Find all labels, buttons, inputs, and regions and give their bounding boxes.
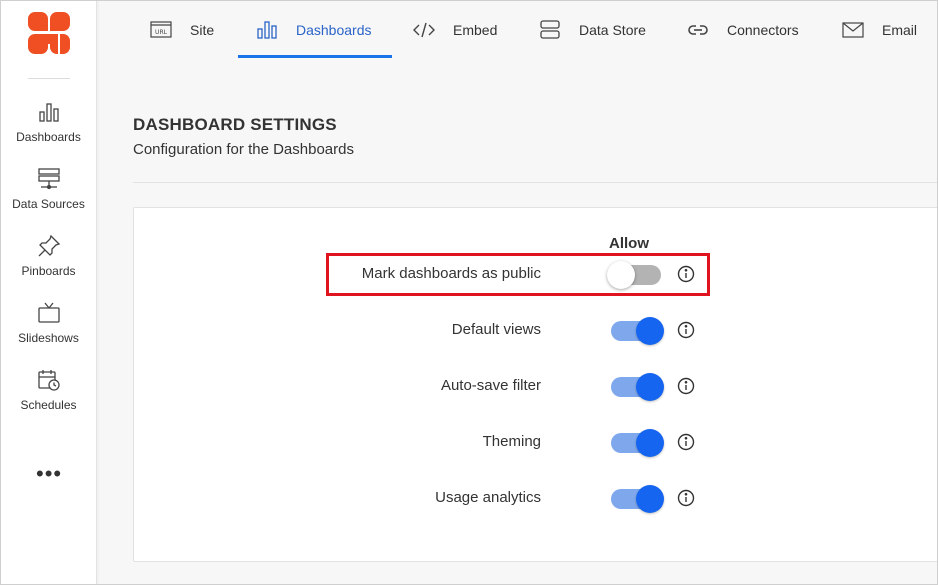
toggle-knob <box>636 485 664 513</box>
link-icon <box>688 25 708 35</box>
code-icon <box>413 22 435 38</box>
info-icon[interactable] <box>677 433 695 451</box>
toggle-theming[interactable] <box>611 429 664 457</box>
setting-label-default-views: Default views <box>451 321 541 338</box>
toggle-knob <box>636 373 664 401</box>
active-tab-indicator <box>238 55 392 58</box>
info-icon[interactable] <box>677 321 695 339</box>
pin-icon <box>38 234 60 257</box>
allow-column-header: Allow <box>609 235 649 252</box>
tab-data-store[interactable]: Data Store <box>539 0 646 60</box>
tab-dashboards[interactable]: Dashboards <box>256 0 372 60</box>
sidebar-item-label: Dashboards <box>16 130 81 144</box>
toggle-knob <box>636 317 664 345</box>
mail-icon <box>842 22 864 38</box>
server-icon <box>37 168 60 190</box>
database-icon <box>540 20 560 39</box>
url-icon: URL <box>150 21 172 38</box>
sidebar-item-dashboards[interactable]: Dashboards <box>0 100 97 162</box>
bar-chart-icon <box>38 103 59 122</box>
more-menu-icon[interactable]: ••• <box>36 463 62 485</box>
header-divider <box>133 182 938 183</box>
app-logo-icon[interactable] <box>28 12 70 54</box>
toggle-knob <box>607 261 635 289</box>
sidebar-item-label: Data Sources <box>12 197 85 211</box>
info-icon[interactable] <box>677 489 695 507</box>
tab-email[interactable]: Email <box>842 0 917 60</box>
sidebar-item-data-sources[interactable]: Data Sources <box>0 167 97 229</box>
toggle-mark-public[interactable] <box>607 261 661 289</box>
tab-label: Email <box>882 22 918 38</box>
page-title: DASHBOARD SETTINGS <box>133 115 337 134</box>
sidebar: Dashboards Data Sources Pinboards Slides… <box>0 0 97 585</box>
sidebar-divider <box>28 78 70 79</box>
calendar-clock-icon <box>37 370 60 391</box>
setting-label-auto-save-filter: Auto-save filter <box>440 377 541 394</box>
sidebar-item-pinboards[interactable]: Pinboards <box>0 234 97 296</box>
info-icon[interactable] <box>677 265 695 283</box>
sidebar-item-label: Pinboards <box>21 264 76 278</box>
tab-label: Dashboards <box>296 22 372 38</box>
sidebar-item-label: Slideshows <box>18 331 79 345</box>
page-subtitle: Configuration for the Dashboards <box>133 141 354 158</box>
toggle-knob <box>636 429 664 457</box>
tab-label: Embed <box>453 22 498 38</box>
toggle-usage-analytics[interactable] <box>611 485 664 513</box>
setting-label-theming: Theming <box>482 433 541 450</box>
tab-label: Connectors <box>727 22 799 38</box>
sidebar-item-schedules[interactable]: Schedules <box>0 368 97 430</box>
sidebar-item-slideshows[interactable]: Slideshows <box>0 301 97 363</box>
setting-label-usage-analytics: Usage analytics <box>435 489 541 506</box>
tab-label: Data Store <box>579 22 646 38</box>
toggle-auto-save-filter[interactable] <box>611 373 664 401</box>
tab-embed[interactable]: Embed <box>413 0 497 60</box>
setting-label-mark-public: Mark dashboards as public <box>361 265 541 282</box>
top-tab-bar: URL Site Dashboards Embed Data Store Con… <box>98 0 938 60</box>
tab-site[interactable]: URL Site <box>150 0 214 60</box>
svg-text:URL: URL <box>155 29 168 36</box>
tv-icon <box>37 302 60 323</box>
sidebar-item-label: Schedules <box>20 398 77 412</box>
tab-label: Site <box>190 22 215 38</box>
info-icon[interactable] <box>677 377 695 395</box>
tab-connectors[interactable]: Connectors <box>687 0 799 60</box>
toggle-default-views[interactable] <box>611 317 664 345</box>
bar-chart-icon <box>257 21 277 39</box>
